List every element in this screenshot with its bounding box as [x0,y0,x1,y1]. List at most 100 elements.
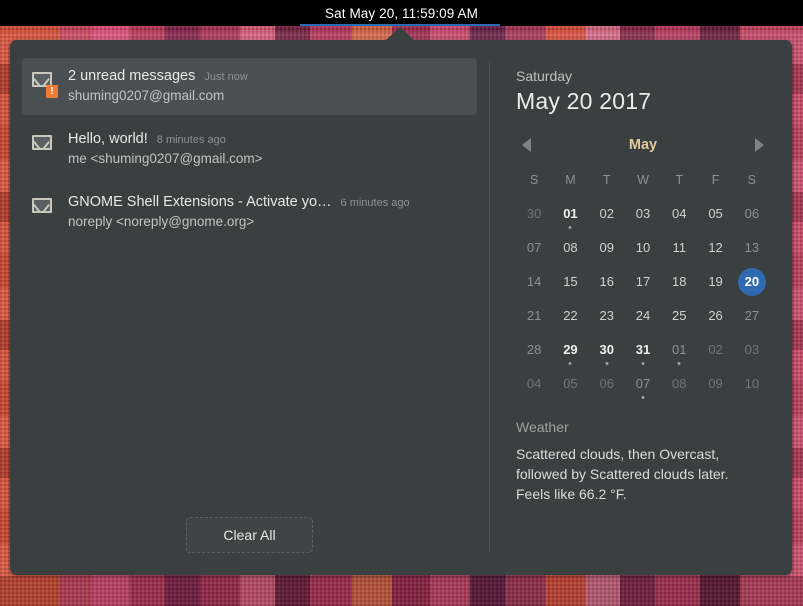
calendar-day[interactable]: 31 [625,333,661,367]
calendar-day-number: 10 [744,376,760,391]
calendar-event-dot [677,362,681,365]
notification-timestamp: 6 minutes ago [340,197,410,209]
calendar-event-dot [568,362,572,365]
calendar-day[interactable]: 26 [697,299,733,333]
calendar-day[interactable]: 21 [516,299,552,333]
calendar-day[interactable]: 06 [734,197,770,231]
calendar-day-number: 17 [635,274,651,289]
calendar-day[interactable]: 29 [552,333,588,367]
calendar-day-number: 02 [599,206,614,221]
calendar-day-number: 23 [599,308,614,323]
calendar-day-number: 09 [599,240,614,255]
notification-body: Hello, world! 8 minutes ago me <shuming020… [68,131,465,166]
calendar-day[interactable]: 30 [589,333,625,367]
calendar-day-number: 10 [635,240,651,255]
calendar-day-number: 24 [635,308,651,323]
calendar-day-number: 21 [526,308,542,323]
clock-label[interactable]: Sat May 20, 11:59:09 AM [325,6,478,21]
calendar-day-selected[interactable]: 20 [734,265,770,299]
calendar-day-number: 01 [563,206,578,221]
calendar-day[interactable]: 08 [661,367,697,401]
calendar-date-label: May 20 2017 [516,88,652,114]
calendar-day[interactable]: 09 [697,367,733,401]
calendar-day[interactable]: 27 [734,299,770,333]
calendar-day-number: 05 [563,376,578,391]
calendar-day[interactable]: 25 [661,299,697,333]
notification-sender: noreply <noreply@gnome.org> [68,214,255,229]
calendar-day-number: 31 [635,342,651,357]
notification-title: Hello, world! [68,131,148,147]
notification-title: GNOME Shell Extensions - Activate yo… [68,194,332,210]
notification-title-line: Hello, world! 8 minutes ago [68,131,465,147]
panel-pointer-arrow [385,27,415,41]
calendar-day[interactable]: 14 [516,265,552,299]
calendar-day-number: 12 [708,240,723,255]
clear-all-button[interactable]: Clear All [186,517,313,553]
calendar-day[interactable]: 08 [552,231,588,265]
calendar-day-number: 08 [672,376,687,391]
calendar-day[interactable]: 01 [661,333,697,367]
calendar-day-number: 15 [563,274,578,289]
calendar-day-number: 07 [526,240,542,255]
calendar-day-number: 26 [708,308,723,323]
notification-title: 2 unread messages [68,68,196,84]
calendar-day-number: 30 [526,206,542,221]
calendar-day[interactable]: 23 [589,299,625,333]
notification-item[interactable]: Hello, world! 8 minutes ago me <shuming020… [22,121,477,178]
calendar-day[interactable]: 06 [589,367,625,401]
calendar-day[interactable]: 12 [697,231,733,265]
calendar-day[interactable]: 22 [552,299,588,333]
calendar-event-dot [605,362,609,365]
calendar-day[interactable]: 18 [661,265,697,299]
calendar-day[interactable]: 10 [625,231,661,265]
notification-title-line: 2 unread messages Just now [68,68,465,84]
weather-title: Weather [516,419,569,435]
calendar-day-number: 05 [708,206,723,221]
message-tray-panel: ! 2 unread messages Just now shuming0207@gm… [10,40,792,575]
calendar-day[interactable]: 15 [552,265,588,299]
calendar-day-number: 20 [737,268,766,296]
calendar-day-header: F [711,173,720,187]
calendar-day[interactable]: 04 [516,367,552,401]
calendar-day[interactable]: 01 [552,197,588,231]
calendar-day[interactable]: 05 [697,197,733,231]
calendar-day[interactable]: 07 [625,367,661,401]
calendar-day[interactable]: 17 [625,265,661,299]
calendar-day-number: 28 [526,342,542,357]
calendar-day[interactable]: 04 [661,197,697,231]
calendar-day[interactable]: 03 [734,333,770,367]
calendar-day[interactable]: 28 [516,333,552,367]
calendar-day[interactable]: 19 [697,265,733,299]
calendar-day[interactable]: 07 [516,231,552,265]
calendar-day-number: 18 [672,274,687,289]
calendar-day-number: 03 [744,342,760,357]
calendar-day[interactable]: 05 [552,367,588,401]
notification-item[interactable]: ! 2 unread messages Just now shuming0207@gm… [22,58,477,115]
calendar-day-number: 06 [599,376,614,391]
calendar-day[interactable]: 09 [589,231,625,265]
calendar-day[interactable]: 03 [625,197,661,231]
weather-section: Weather Scattered clouds, then Overcast,… [516,419,770,504]
calendar-day-number: 04 [526,376,542,391]
calendar-day[interactable]: 30 [516,197,552,231]
calendar-day-number: 06 [744,206,760,221]
calendar-day[interactable]: 13 [734,231,770,265]
calendar-day[interactable]: 02 [589,197,625,231]
calendar-day[interactable]: 16 [589,265,625,299]
calendar-day[interactable]: 02 [697,333,733,367]
next-month-arrow-icon[interactable] [755,138,764,152]
notification-body: 2 unread messages Just now shuming0207@gma… [68,68,465,103]
notification-item[interactable]: GNOME Shell Extensions - Activate yo… 6 m… [22,184,477,241]
clear-all-row: Clear All [22,517,477,575]
notification-sender: shuming0207@gmail.com [68,88,225,103]
calendar-day-header: T [675,173,684,187]
calendar-day[interactable]: 11 [661,231,697,265]
notifications-column: ! 2 unread messages Just now shuming0207@gm… [10,40,489,575]
calendar-day[interactable]: 24 [625,299,661,333]
prev-month-arrow-icon[interactable] [522,138,531,152]
month-label: May [628,137,658,153]
calendar-day-number: 02 [708,342,723,357]
calendar-event-dot [641,362,645,365]
calendar-day[interactable]: 10 [734,367,770,401]
envelope-glyph [32,135,52,150]
